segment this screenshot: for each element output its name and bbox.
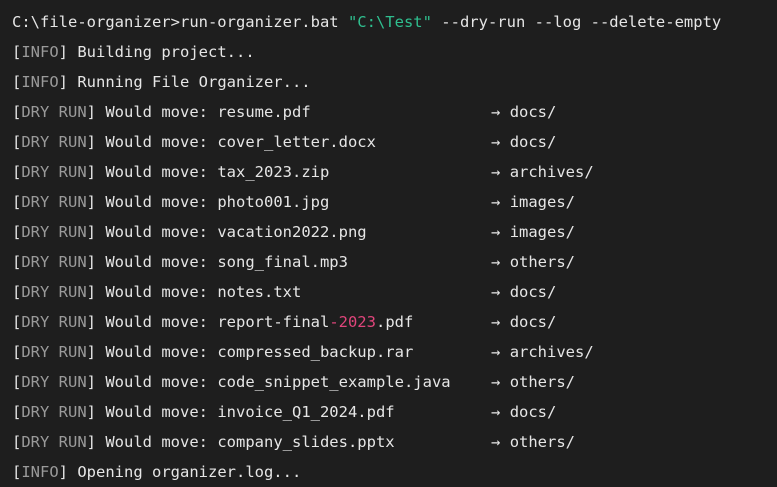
move-file: notes.txt — [217, 283, 302, 301]
move-dest: docs/ — [509, 313, 557, 331]
dry-run-line: [DRY RUN] Would move: cover_letter.docx →… — [12, 133, 557, 151]
dry-run-line: [DRY RUN] Would move: photo001.jpg → imag… — [12, 193, 576, 211]
command-line: C:\file-organizer>run-organizer.bat "C:\… — [0, 7, 777, 37]
move-dest: others/ — [509, 373, 576, 391]
move-file: code_snippet_example.java — [217, 373, 451, 391]
dry-run-line: [DRY RUN] Would move: invoice_Q1_2024.pd… — [12, 403, 557, 421]
move-file-ext: .pdf — [375, 313, 414, 331]
info-tag: INFO — [21, 73, 59, 91]
move-prefix: Would move: — [105, 313, 218, 331]
move-prefix: Would move: — [105, 253, 218, 271]
move-dest: docs/ — [509, 403, 557, 421]
move-prefix: Would move: — [105, 403, 218, 421]
dry-run-line: [DRY RUN] Would move: notes.txt → docs/ — [12, 283, 557, 301]
arrow-icon: → — [491, 193, 501, 211]
info-line-opening: [INFO] Opening organizer.log... — [12, 463, 302, 481]
info-line-building: [INFO] Building project... — [12, 43, 255, 61]
arrow-icon: → — [491, 313, 501, 331]
dry-run-line: [DRY RUN] Would move: tax_2023.zip → arch… — [12, 163, 594, 181]
dry-run-line: [DRY RUN] Would move: vacation2022.png → … — [12, 223, 576, 241]
dry-run-tag: DRY RUN — [21, 133, 87, 151]
move-dest: others/ — [509, 253, 576, 271]
prompt: C:\file-organizer> — [12, 13, 180, 31]
move-prefix: Would move: — [105, 283, 218, 301]
arrow-icon: → — [491, 253, 501, 271]
arrow-icon: → — [491, 373, 501, 391]
dry-run-tag: DRY RUN — [21, 103, 87, 121]
dry-run-tag: DRY RUN — [21, 253, 87, 271]
info-message: Opening organizer.log... — [77, 463, 302, 481]
move-file: compressed_backup.rar — [217, 343, 414, 361]
arrow-icon: → — [491, 163, 501, 181]
arrow-icon: → — [491, 343, 501, 361]
move-file: photo001.jpg — [217, 193, 330, 211]
arrow-icon: → — [491, 133, 501, 151]
move-file-name: report-final — [217, 313, 330, 331]
dry-run-tag: DRY RUN — [21, 403, 87, 421]
dry-run-tag: DRY RUN — [21, 193, 87, 211]
move-prefix: Would move: — [105, 163, 218, 181]
move-prefix: Would move: — [105, 373, 218, 391]
info-tag: INFO — [21, 463, 59, 481]
arrow-icon: → — [491, 403, 501, 421]
move-file: cover_letter.docx — [217, 133, 376, 151]
move-prefix: Would move: — [105, 133, 218, 151]
dry-run-line: [DRY RUN] Would move: compressed_backup.… — [12, 343, 594, 361]
move-dest: archives/ — [509, 163, 594, 181]
info-message: Building project... — [77, 43, 255, 61]
dry-run-tag: DRY RUN — [21, 283, 87, 301]
move-dest: images/ — [509, 223, 576, 241]
move-prefix: Would move: — [105, 193, 218, 211]
dry-run-tag: DRY RUN — [21, 373, 87, 391]
move-file: song_final.mp3 — [217, 253, 348, 271]
move-prefix: Would move: — [105, 343, 218, 361]
arrow-icon: → — [491, 433, 501, 451]
info-message: Running File Organizer... — [77, 73, 311, 91]
move-dest: archives/ — [509, 343, 594, 361]
move-prefix: Would move: — [105, 223, 218, 241]
move-file: tax_2023.zip — [217, 163, 330, 181]
command-flags: --dry-run --log --delete-empty — [431, 13, 722, 31]
command-path-arg: "C:\Test" — [347, 13, 432, 31]
move-dest: docs/ — [509, 103, 557, 121]
move-dest: docs/ — [509, 283, 557, 301]
terminal-window[interactable]: C:\file-organizer>run-organizer.bat "C:\… — [0, 0, 777, 487]
arrow-icon: → — [491, 283, 501, 301]
arrow-icon: → — [491, 103, 501, 121]
dry-run-line: [DRY RUN] Would move: company_slides.ppt… — [12, 433, 576, 451]
dry-run-tag: DRY RUN — [21, 313, 87, 331]
move-prefix: Would move: — [105, 433, 218, 451]
dry-run-line: [DRY RUN] Would move: resume.pdf → docs/ — [12, 103, 557, 121]
command: run-organizer.bat — [179, 13, 348, 31]
info-line-running: [INFO] Running File Organizer... — [12, 73, 311, 91]
arrow-icon: → — [491, 223, 501, 241]
move-file: invoice_Q1_2024.pdf — [217, 403, 395, 421]
dry-run-line: [DRY RUN] Would move: report-final-2023.… — [12, 313, 557, 331]
move-prefix: Would move: — [105, 103, 218, 121]
dry-run-tag: DRY RUN — [21, 223, 87, 241]
move-dest: others/ — [509, 433, 576, 451]
move-file: vacation2022.png — [217, 223, 367, 241]
move-file: company_slides.pptx — [217, 433, 395, 451]
move-file-highlight: -2023 — [329, 313, 376, 331]
info-tag: INFO — [21, 43, 59, 61]
dry-run-tag: DRY RUN — [21, 163, 87, 181]
move-file: resume.pdf — [217, 103, 311, 121]
dry-run-line: [DRY RUN] Would move: song_final.mp3 → ot… — [12, 253, 576, 271]
move-dest: images/ — [509, 193, 576, 211]
move-dest: docs/ — [509, 133, 557, 151]
dry-run-tag: DRY RUN — [21, 343, 87, 361]
dry-run-tag: DRY RUN — [21, 433, 87, 451]
dry-run-line: [DRY RUN] Would move: code_snippet_examp… — [12, 373, 576, 391]
